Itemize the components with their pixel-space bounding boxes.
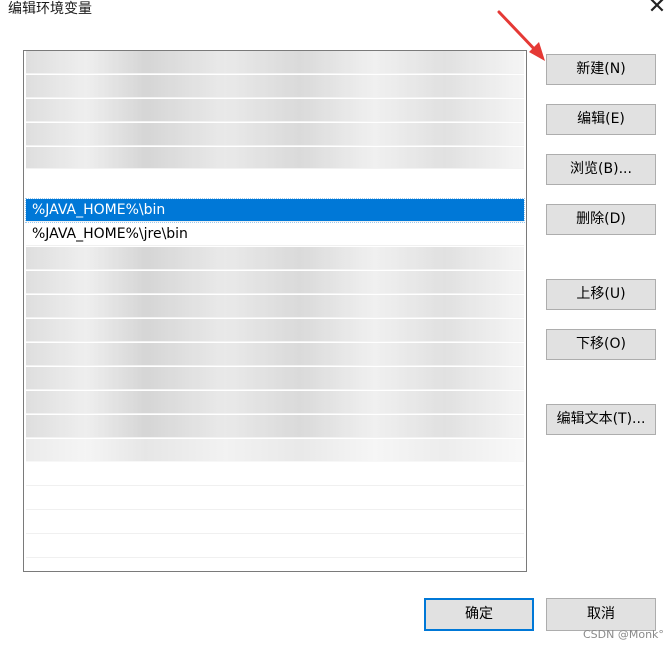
cancel-button[interactable]: 取消 bbox=[546, 598, 656, 631]
new-button[interactable]: 新建(N) bbox=[546, 54, 656, 85]
path-list[interactable]: %JAVA_HOME%\bin %JAVA_HOME%\jre\bin bbox=[23, 50, 527, 572]
list-item-label: %JAVA_HOME%\jre\bin bbox=[32, 226, 188, 242]
list-item[interactable] bbox=[26, 415, 524, 438]
list-item-label: %JAVA_HOME%\bin bbox=[32, 202, 166, 218]
move-down-button[interactable]: 下移(O) bbox=[546, 329, 656, 360]
window-title: 编辑环境变量 bbox=[8, 1, 92, 17]
list-item[interactable] bbox=[26, 75, 524, 98]
list-item[interactable] bbox=[26, 391, 524, 414]
list-item[interactable] bbox=[26, 271, 524, 294]
delete-button[interactable]: 删除(D) bbox=[546, 204, 656, 235]
close-icon[interactable]: ✕ bbox=[644, 0, 670, 22]
list-item[interactable] bbox=[26, 295, 524, 318]
list-item[interactable] bbox=[26, 367, 524, 390]
list-item-selected[interactable]: %JAVA_HOME%\bin bbox=[25, 198, 525, 223]
list-item[interactable] bbox=[26, 99, 524, 122]
watermark: CSDN @Monk° bbox=[583, 628, 664, 641]
list-item[interactable]: %JAVA_HOME%\jre\bin bbox=[26, 223, 524, 246]
list-item[interactable] bbox=[26, 247, 524, 270]
move-up-button[interactable]: 上移(U) bbox=[546, 279, 656, 310]
edit-button[interactable]: 编辑(E) bbox=[546, 104, 656, 135]
list-item[interactable] bbox=[26, 439, 524, 462]
list-item[interactable] bbox=[26, 511, 524, 534]
list-item[interactable] bbox=[26, 123, 524, 146]
list-item[interactable] bbox=[26, 319, 524, 342]
list-item[interactable] bbox=[26, 147, 524, 169]
list-item[interactable] bbox=[26, 535, 524, 558]
browse-button[interactable]: 浏览(B)... bbox=[546, 154, 656, 185]
red-arrow-icon bbox=[497, 10, 545, 61]
list-item[interactable] bbox=[26, 463, 524, 486]
list-item[interactable] bbox=[26, 51, 524, 74]
edit-text-button[interactable]: 编辑文本(T)... bbox=[546, 404, 656, 435]
list-item[interactable] bbox=[26, 343, 524, 366]
ok-button[interactable]: 确定 bbox=[424, 598, 534, 631]
list-item[interactable] bbox=[26, 487, 524, 510]
